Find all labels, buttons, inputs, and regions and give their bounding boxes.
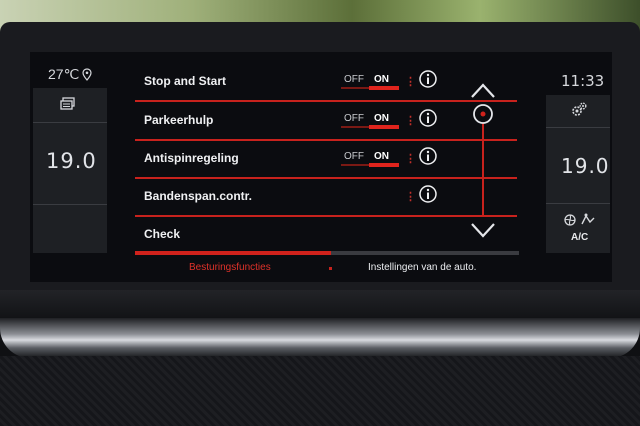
tab-besturingsfuncties[interactable]: Besturingsfuncties xyxy=(189,262,271,273)
info-icon[interactable] xyxy=(418,69,438,89)
gear-icon[interactable] xyxy=(570,101,588,119)
menu-row-check[interactable]: Check xyxy=(135,218,517,255)
menu-row-label: Check xyxy=(144,227,181,241)
menu-row-label: Bandenspan.contr. xyxy=(144,189,253,203)
row-divider xyxy=(135,139,517,141)
tab-instellingen[interactable]: Instellingen van de auto. xyxy=(368,262,476,273)
toggle-on-label: ON xyxy=(374,74,389,85)
parkeerhulp-toggle[interactable]: OFF ON xyxy=(341,113,401,129)
separator-dots: ⋮ xyxy=(405,76,416,88)
chevron-down-icon[interactable] xyxy=(469,220,497,240)
toggle-indicator xyxy=(369,163,399,167)
toggle-on-label: ON xyxy=(374,151,389,162)
divider xyxy=(33,122,107,123)
ac-button[interactable]: A/C xyxy=(571,232,588,243)
toggle-off-label: OFF xyxy=(344,113,364,124)
antispinregeling-toggle[interactable]: OFF ON xyxy=(341,151,401,167)
tab-active-indicator xyxy=(135,251,331,255)
toggle-on-label: ON xyxy=(374,113,389,124)
divider xyxy=(33,204,107,205)
chrome-trim xyxy=(0,318,640,358)
menu-row-stop-and-start[interactable]: Stop and Start OFF ON ⋮ xyxy=(135,65,517,102)
row-divider xyxy=(135,100,517,102)
outside-temperature: 27℃ xyxy=(48,66,92,83)
stop-and-start-toggle[interactable]: OFF ON xyxy=(341,74,401,90)
row-divider xyxy=(135,177,517,179)
outside-temperature-value: 27℃ xyxy=(48,66,80,82)
left-temperature[interactable]: 19.0 xyxy=(46,149,97,173)
menu-row-bandenspan[interactable]: Bandenspan.contr. ⋮ xyxy=(135,180,517,217)
grid-icon[interactable] xyxy=(60,97,76,111)
separator-dots: ⋮ xyxy=(405,153,416,165)
fan-icon[interactable] xyxy=(562,212,596,228)
info-icon[interactable] xyxy=(418,146,438,166)
menu-row-label: Stop and Start xyxy=(144,74,227,88)
scrollbar-track[interactable] xyxy=(482,120,484,216)
menu-row-label: Parkeerhulp xyxy=(144,113,214,127)
divider xyxy=(546,127,610,128)
divider xyxy=(546,203,610,204)
location-pin-icon xyxy=(82,68,92,81)
separator-dots: ⋮ xyxy=(405,115,416,127)
separator-dots: ⋮ xyxy=(405,191,416,203)
dashboard-surface xyxy=(0,356,640,426)
info-icon[interactable] xyxy=(418,184,438,204)
menu-row-parkeerhulp[interactable]: Parkeerhulp OFF ON ⋮ xyxy=(135,104,517,141)
toggle-indicator xyxy=(369,86,399,90)
chevron-up-icon[interactable] xyxy=(469,81,497,101)
row-divider xyxy=(135,215,517,217)
display-lower-trim xyxy=(0,290,640,320)
info-icon[interactable] xyxy=(418,108,438,128)
toggle-indicator xyxy=(369,125,399,129)
menu-row-label: Antispinregeling xyxy=(144,151,239,165)
clock: 11:33 xyxy=(561,72,605,90)
scrollbar-thumb[interactable] xyxy=(472,103,494,125)
tab-separator xyxy=(329,267,332,270)
menu-row-antispinregeling[interactable]: Antispinregeling OFF ON ⋮ xyxy=(135,142,517,179)
right-temperature[interactable]: 19.0 xyxy=(561,154,610,178)
toggle-off-label: OFF xyxy=(344,74,364,85)
toggle-off-label: OFF xyxy=(344,151,364,162)
